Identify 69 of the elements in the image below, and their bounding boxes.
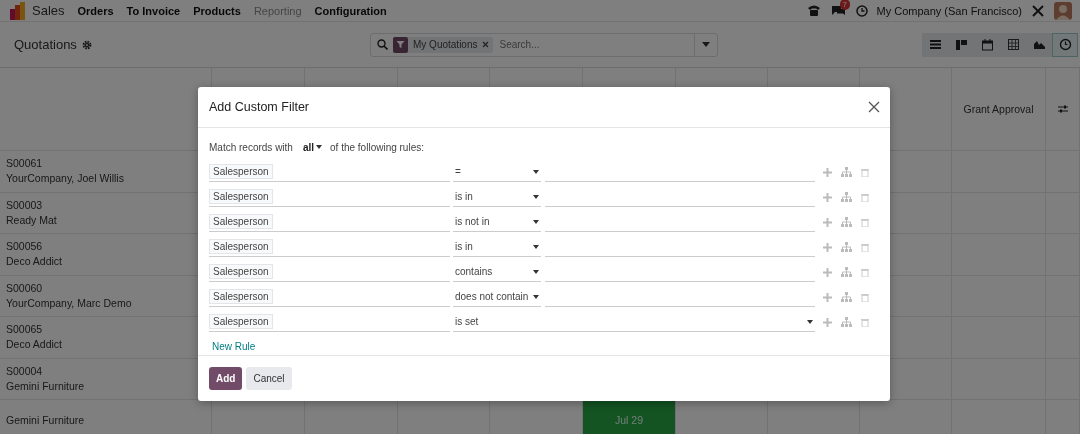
search-icon xyxy=(377,39,388,50)
search-field[interactable]: My Quotations Search... xyxy=(370,32,718,57)
field-path-input[interactable]: Salesperson xyxy=(209,262,450,282)
match-mode-dropdown[interactable]: all xyxy=(302,141,323,153)
order-reference: S00003 xyxy=(6,197,44,213)
operator-select[interactable]: is not in xyxy=(453,212,541,232)
column-header[interactable]: Grant Approval xyxy=(963,101,1034,117)
order-reference: S00065 xyxy=(6,322,44,338)
avatar-icon[interactable] xyxy=(1054,1,1072,20)
notification-badge: 7 xyxy=(839,0,850,10)
customer-name: YourCompany, Marc Demo xyxy=(6,295,133,311)
field-path-input[interactable]: Salesperson xyxy=(209,187,450,207)
operator-select[interactable]: is in xyxy=(453,237,541,257)
pivot-view-icon[interactable] xyxy=(1006,38,1020,51)
caret-icon[interactable] xyxy=(533,294,539,299)
caret-icon[interactable] xyxy=(533,244,539,249)
cancel-button[interactable]: Cancel xyxy=(246,367,292,390)
dialog-title: Add Custom Filter xyxy=(209,100,310,114)
order-reference: S00060 xyxy=(6,280,44,296)
customer-name: Gemini Furniture xyxy=(6,378,86,394)
caret-icon[interactable] xyxy=(533,269,539,274)
kanban-view-icon[interactable] xyxy=(954,38,968,51)
filter-icon xyxy=(396,40,405,49)
operator-select[interactable]: = xyxy=(453,162,541,182)
chat-icon[interactable] xyxy=(830,4,846,17)
menu-item[interactable]: Orders xyxy=(77,4,114,17)
caret-icon[interactable] xyxy=(533,194,539,199)
menu-item[interactable]: Products xyxy=(193,4,241,17)
column-settings-icon[interactable] xyxy=(1057,104,1068,114)
activity-view-icon[interactable] xyxy=(1058,38,1072,51)
order-reference: S00056 xyxy=(6,239,44,255)
page-title: Quotations xyxy=(14,37,77,52)
customer-name: Ready Mat xyxy=(6,212,58,228)
new-rule-link[interactable]: New Rule xyxy=(212,341,256,352)
app-logo-icon xyxy=(10,1,26,20)
menu-item[interactable]: Configuration xyxy=(314,4,387,17)
customer-name: YourCompany, Joel Willis xyxy=(6,171,125,187)
phone-icon[interactable] xyxy=(806,4,821,17)
order-reference: S00061 xyxy=(6,156,44,172)
calendar-view-icon[interactable] xyxy=(980,38,994,51)
caret-icon[interactable] xyxy=(316,145,323,149)
view-button[interactable] xyxy=(1052,32,1078,57)
customer-name: Deco Addict xyxy=(6,337,64,353)
match-label: Match records with xyxy=(209,141,293,153)
list-view-icon[interactable] xyxy=(928,38,942,51)
operator-select[interactable]: is in xyxy=(453,187,541,207)
remove-icon[interactable] xyxy=(482,41,490,48)
caret-icon[interactable] xyxy=(533,219,539,224)
app-name[interactable]: Sales xyxy=(32,3,65,18)
field-path-input[interactable]: Salesperson xyxy=(209,312,450,332)
customer-name: Gemini Furniture xyxy=(6,414,86,427)
menu-item[interactable]: To Invoice xyxy=(126,4,181,17)
match-label: of the following rules: xyxy=(330,141,424,153)
field-path-input[interactable]: Salesperson xyxy=(209,212,450,232)
field-path-input[interactable]: Salesperson xyxy=(209,162,450,182)
order-reference: S00004 xyxy=(6,363,44,379)
customer-name: Deco Addict xyxy=(6,254,64,270)
caret-icon[interactable] xyxy=(533,169,539,174)
caret-icon[interactable] xyxy=(807,319,813,324)
company-name[interactable]: My Company (San Francisco) xyxy=(876,4,1022,17)
operator-select[interactable]: contains xyxy=(453,262,541,282)
add-button[interactable]: Add xyxy=(209,367,243,390)
close-icon[interactable] xyxy=(868,101,880,113)
field-path-input[interactable]: Salesperson xyxy=(209,287,450,307)
field-path-input[interactable]: Salesperson xyxy=(209,237,450,257)
operator-select[interactable]: is set xyxy=(453,312,815,332)
clock-icon[interactable] xyxy=(855,4,868,17)
filter-facet[interactable]: My Quotations xyxy=(393,36,494,53)
operator-select[interactable]: does not contain xyxy=(453,287,541,307)
